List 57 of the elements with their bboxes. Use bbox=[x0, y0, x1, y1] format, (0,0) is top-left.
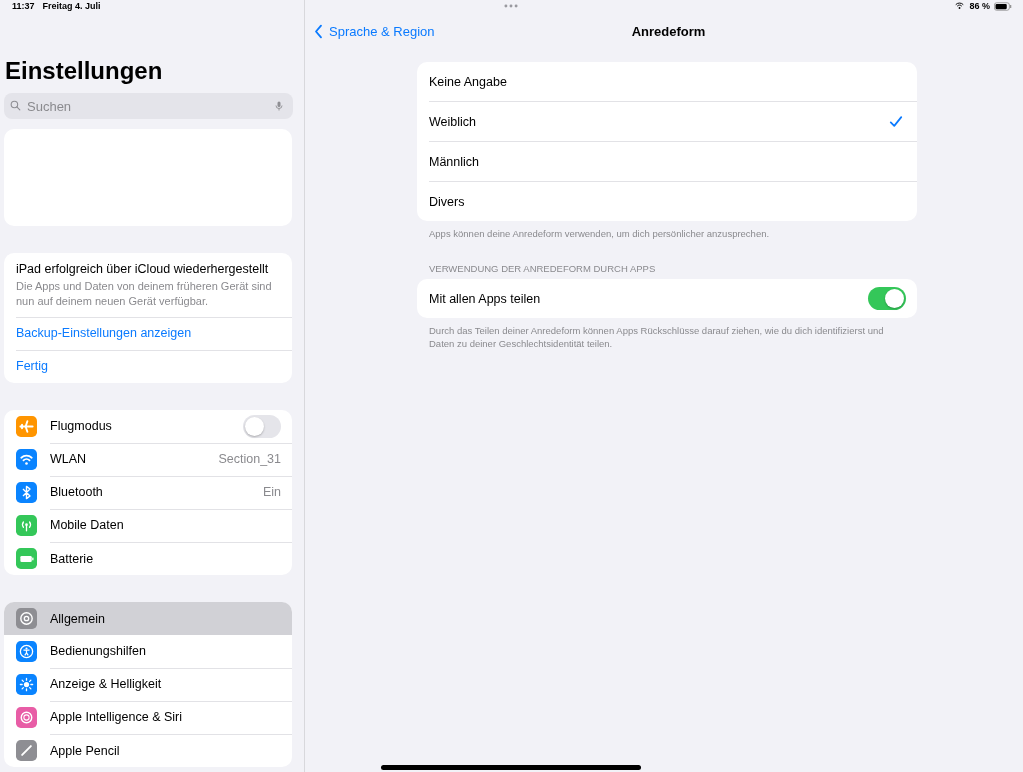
notice-link[interactable]: Backup-Einstellungen anzeigen bbox=[16, 318, 292, 351]
wifi-icon bbox=[16, 449, 37, 470]
item-label: Apple Pencil bbox=[50, 743, 121, 758]
microphone-icon bbox=[273, 99, 285, 113]
item-value: Section_31 bbox=[218, 452, 281, 466]
settings-item[interactable]: Anzeige & Helligkeit bbox=[4, 668, 292, 701]
option-row[interactable]: Keine Angabe bbox=[429, 62, 917, 102]
item-label: Flugmodus bbox=[50, 419, 113, 433]
option-row[interactable]: Männlich bbox=[429, 142, 917, 182]
pencil-icon bbox=[16, 740, 37, 761]
item-label: Mobile Daten bbox=[50, 518, 125, 532]
sun-icon bbox=[16, 674, 37, 695]
item-label: Anzeige & Helligkeit bbox=[50, 677, 163, 691]
status-date: Freitag 4. Juli bbox=[42, 1, 101, 13]
search-field[interactable]: Suchen bbox=[4, 93, 293, 119]
option-row[interactable]: Divers bbox=[429, 182, 917, 221]
antenna-icon bbox=[16, 515, 37, 536]
settings-item[interactable]: Mobile Daten bbox=[4, 509, 292, 542]
status-time: 11:37 bbox=[12, 1, 35, 13]
battery-percentage: 86 % bbox=[969, 1, 990, 11]
gear-icon bbox=[16, 608, 37, 629]
bluetooth-icon bbox=[16, 482, 37, 503]
toggle-switch[interactable] bbox=[868, 287, 906, 310]
settings-item[interactable]: Batterie bbox=[4, 542, 292, 575]
settings-item[interactable]: Bedienungshilfen bbox=[4, 635, 292, 668]
section-header: VERWENDUNG DER ANREDEFORM DURCH APPS bbox=[428, 262, 657, 276]
back-button[interactable]: Sprache & Region bbox=[314, 23, 435, 39]
battery-icon bbox=[994, 1, 1012, 11]
settings-item[interactable]: Apple Intelligence & Siri bbox=[4, 701, 292, 734]
item-label: WLAN bbox=[50, 452, 88, 466]
item-label: Bedienungshilfen bbox=[50, 644, 147, 658]
option-row[interactable]: Weiblich bbox=[429, 102, 917, 142]
item-label: Allgemein bbox=[50, 611, 106, 626]
item-label: Batterie bbox=[50, 551, 95, 566]
toggle-switch[interactable] bbox=[243, 414, 281, 438]
chevron-left-icon bbox=[314, 23, 323, 39]
share-label: Mit allen Apps teilen bbox=[429, 291, 541, 306]
footnote: Durch das Teilen deiner Anredeform können Apps Rückschlüsse darauf ziehen, wie du dich identifizierst und Daten zu deiner Geschlechtsidentität teilen. bbox=[428, 324, 885, 350]
sidebar-title: Einstellungen bbox=[5, 57, 164, 85]
settings-item[interactable]: WLAN Section_31 bbox=[4, 443, 292, 476]
battery-icon bbox=[16, 548, 37, 569]
settings-item[interactable]: Flugmodus bbox=[4, 410, 292, 443]
notice-link[interactable]: Fertig bbox=[16, 351, 292, 383]
settings-item[interactable]: Apple Pencil bbox=[4, 734, 292, 767]
item-label: Bluetooth bbox=[50, 485, 104, 499]
accessibility-icon bbox=[16, 641, 37, 662]
notice-title: iPad erfolgreich über iCloud wiederhergestellt bbox=[16, 262, 270, 276]
settings-item[interactable]: Allgemein bbox=[4, 602, 292, 635]
footnote: Apps können deine Anredeform verwenden, um dich persönlicher anzusprechen. bbox=[428, 227, 771, 240]
settings-item[interactable]: Bluetooth Ein bbox=[4, 476, 292, 509]
multitask-icon bbox=[503, 3, 519, 9]
page-title: Anredeform bbox=[631, 23, 706, 39]
item-label: Apple Intelligence & Siri bbox=[50, 710, 184, 724]
airplane-icon bbox=[16, 416, 37, 437]
item-value: Ein bbox=[262, 485, 281, 499]
notice-text: Die Apps und Daten von deinem früheren Gerät sind nun auf deinem neuen Gerät verfügbar. bbox=[16, 279, 273, 309]
wifi-icon bbox=[954, 1, 966, 11]
